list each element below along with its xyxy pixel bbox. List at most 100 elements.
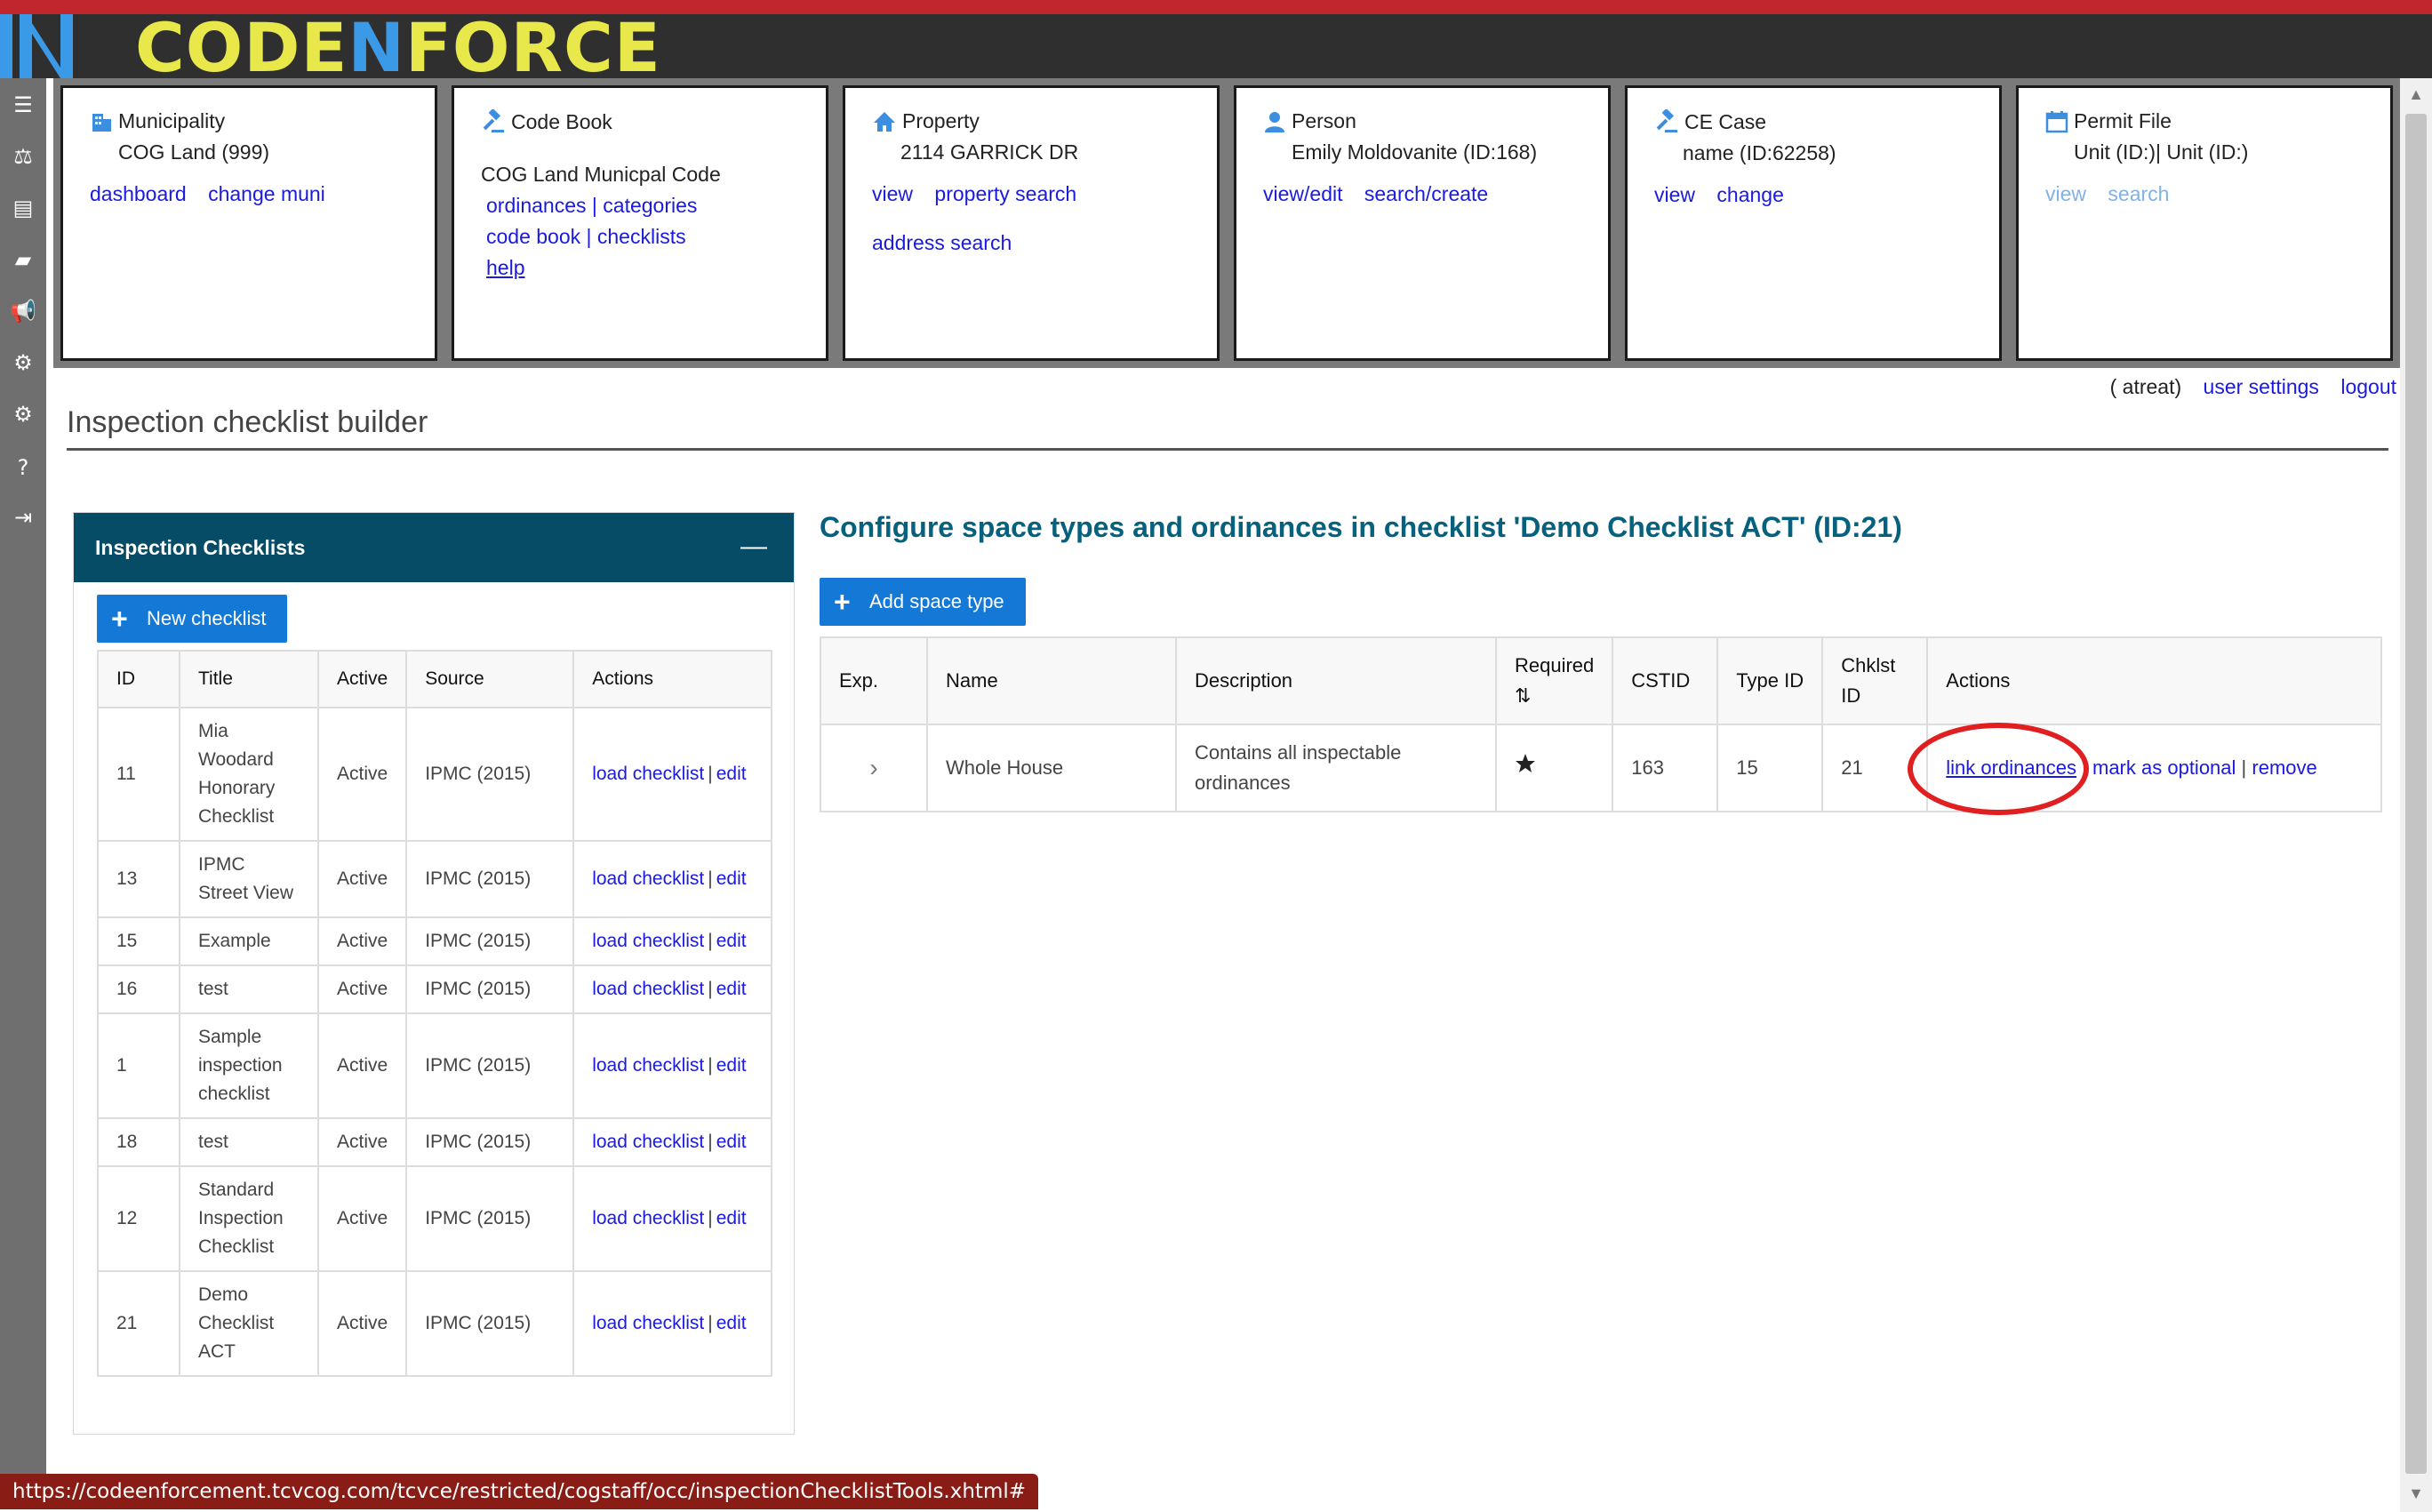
property-view-link[interactable]: view (872, 182, 913, 205)
property-title: Property (902, 109, 980, 132)
book-icon[interactable]: ▰ (7, 244, 39, 276)
load-checklist-link[interactable]: load checklist (592, 1055, 704, 1076)
separator: | (708, 1132, 713, 1152)
source-cell: IPMC (2015) (405, 1012, 575, 1119)
id-cell: 18 (97, 1117, 180, 1167)
col-active[interactable]: Active (316, 650, 408, 708)
table-row: 15 Example Active IPMC (2015) load checklist… (97, 916, 772, 966)
add-space-type-button[interactable]: + Add space type (820, 578, 1026, 626)
actions-cell: load checklist | edit (572, 964, 772, 1014)
address-search-link[interactable]: address search (872, 231, 1012, 254)
col-source[interactable]: Source (405, 650, 575, 708)
municipality-value: COG Land (999) (118, 140, 270, 164)
collapse-icon[interactable]: — (740, 513, 767, 580)
user-settings-link[interactable]: user settings (2204, 375, 2319, 398)
codebook-card: Code Book COG Land Municpal Code ordinan… (452, 85, 828, 361)
col-id[interactable]: ID (97, 650, 180, 708)
gears-icon[interactable]: ⚙ (7, 347, 39, 379)
load-checklist-link[interactable]: load checklist (592, 1313, 704, 1333)
col-description: Description (1175, 636, 1497, 725)
id-cell: 12 (97, 1165, 180, 1272)
edit-link[interactable]: edit (716, 868, 747, 889)
source-cell: IPMC (2015) (405, 1117, 575, 1167)
load-checklist-link[interactable]: load checklist (592, 868, 704, 889)
config-title: Configure space types and ordinances in … (820, 511, 1902, 543)
sort-icon[interactable]: ⇅ (1515, 681, 1594, 711)
codebook-checklists-link[interactable]: code book | checklists (486, 225, 783, 249)
title-cell: Sample inspection checklist (179, 1012, 319, 1119)
separator: | (708, 1313, 713, 1333)
load-checklist-link[interactable]: load checklist (592, 764, 704, 784)
logout-icon[interactable]: ⇥ (7, 501, 39, 533)
col-typeid: Type ID (1716, 636, 1824, 725)
active-cell: Active (316, 1117, 408, 1167)
col-required[interactable]: Required ⇅ (1494, 636, 1614, 725)
ordinances-categories-link[interactable]: ordinances | categories (486, 194, 783, 218)
actions-cell: load checklist | edit (572, 840, 772, 918)
id-cell: 16 (97, 964, 180, 1014)
new-checklist-button[interactable]: + New checklist (97, 595, 288, 643)
source-cell: IPMC (2015) (405, 964, 575, 1014)
source-cell: IPMC (2015) (405, 916, 575, 966)
load-checklist-link[interactable]: load checklist (592, 1132, 704, 1152)
dashboard-link[interactable]: dashboard (90, 182, 187, 205)
scales-icon[interactable]: ⚖ (7, 140, 39, 172)
id-cell: 1 (97, 1012, 180, 1119)
codebook-title: Code Book (511, 109, 612, 133)
permit-value: Unit (ID:)| Unit (ID:) (2074, 140, 2249, 164)
cecase-change-link[interactable]: change (1716, 183, 1783, 206)
help-link[interactable]: help (486, 256, 783, 280)
plus-icon: + (834, 586, 851, 618)
permit-view-link[interactable]: view (2045, 182, 2086, 205)
load-checklist-link[interactable]: load checklist (592, 979, 704, 999)
col-chklist: Chklst ID (1821, 636, 1929, 725)
app-logo[interactable]: CODENFORCE (135, 14, 661, 82)
permit-search-link[interactable]: search (2108, 182, 2169, 205)
actions-cell: load checklist | edit (572, 707, 772, 842)
edit-link[interactable]: edit (716, 979, 747, 999)
remove-link[interactable]: remove (2252, 756, 2316, 779)
user-name: ( atreat) (2109, 375, 2182, 398)
title-cell: test (179, 964, 319, 1014)
change-muni-link[interactable]: change muni (208, 182, 325, 205)
title-cell: Demo Checklist ACT (179, 1270, 319, 1377)
scroll-down-icon[interactable]: ▼ (2400, 1477, 2432, 1509)
codebook-value: COG Land Municpal Code (481, 163, 721, 186)
person-view-edit-link[interactable]: view/edit (1263, 182, 1342, 205)
card-icon[interactable]: ▤ (7, 192, 39, 224)
person-search-create-link[interactable]: search/create (1364, 182, 1488, 205)
active-cell: Active (316, 707, 408, 842)
list-icon[interactable]: ☰ (7, 89, 39, 121)
scroll-up-icon[interactable]: ▲ (2400, 78, 2432, 110)
id-cell: 13 (97, 840, 180, 918)
gears-icon[interactable]: ⚙ (7, 398, 39, 430)
edit-link[interactable]: edit (716, 1208, 747, 1228)
panel-header: Inspection Checklists (74, 513, 794, 582)
actions-cell: load checklist | edit (572, 1117, 772, 1167)
property-search-link[interactable]: property search (934, 182, 1076, 205)
col-title[interactable]: Title (179, 650, 319, 708)
separator: | (708, 868, 713, 889)
col-actions: Actions (572, 650, 772, 708)
edit-link[interactable]: edit (716, 1055, 747, 1076)
separator: | (2241, 756, 2247, 779)
logout-link[interactable]: logout (2340, 375, 2396, 398)
load-checklist-link[interactable]: load checklist (592, 931, 704, 951)
active-cell: Active (316, 1270, 408, 1377)
megaphone-icon[interactable]: 📢 (7, 295, 39, 327)
edit-link[interactable]: edit (716, 1313, 747, 1333)
load-checklist-link[interactable]: load checklist (592, 1208, 704, 1228)
scroll-thumb[interactable] (2405, 114, 2427, 1474)
help-icon[interactable]: ? (7, 452, 39, 484)
table-row: 18 test Active IPMC (2015) load checklist | ed… (97, 1117, 772, 1167)
mark-optional-link[interactable]: mark as optional (2092, 756, 2236, 779)
cecase-view-link[interactable]: view (1654, 183, 1695, 206)
logo-mark-icon (0, 14, 73, 78)
add-space-type-label: Add space type (869, 590, 1004, 612)
chevron-right-icon[interactable]: › (820, 724, 928, 812)
edit-link[interactable]: edit (716, 1132, 747, 1152)
plus-icon: + (111, 603, 128, 635)
active-cell: Active (316, 1165, 408, 1272)
edit-link[interactable]: edit (716, 764, 747, 784)
edit-link[interactable]: edit (716, 931, 747, 951)
